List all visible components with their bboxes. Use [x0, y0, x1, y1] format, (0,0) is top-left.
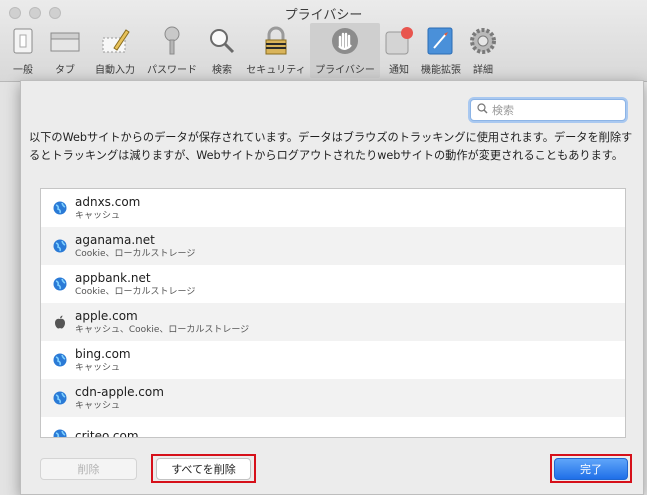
list-item[interactable]: aganama.net Cookie、ローカルストレージ: [41, 227, 625, 265]
site-name: criteo.com: [75, 428, 139, 438]
site-data-types: キャッシュ、Cookie、ローカルストレージ: [75, 324, 250, 335]
list-item[interactable]: criteo.com: [41, 417, 625, 438]
site-name: bing.com: [75, 346, 131, 361]
tab-privacy-label: プライバシー: [315, 65, 375, 76]
tab-notifications[interactable]: 通知: [380, 23, 418, 78]
site-name: cdn-apple.com: [75, 384, 164, 399]
tab-general[interactable]: 一般: [4, 23, 42, 78]
site-data-types: Cookie、ローカルストレージ: [75, 286, 196, 297]
privacy-website-data-sheet: 以下のWebサイトからのデータが保存されています。データはブラウズのトラッキング…: [20, 80, 644, 495]
autofill-icon: [99, 25, 131, 57]
website-data-description: 以下のWebサイトからのデータが保存されています。データはブラウズのトラッキング…: [29, 131, 633, 162]
tab-security[interactable]: セキュリティ: [242, 23, 310, 78]
tab-search-label: 検索: [212, 65, 232, 76]
globe-icon: [53, 429, 67, 437]
globe-icon: [53, 391, 67, 405]
tab-passwords-label: パスワード: [147, 65, 197, 76]
tab-extensions-label: 機能拡張: [421, 65, 461, 76]
list-item[interactable]: cdn-apple.com キャッシュ: [41, 379, 625, 417]
search-input[interactable]: [492, 103, 612, 117]
tab-general-label: 一般: [13, 65, 33, 76]
tabs-icon: [49, 25, 81, 57]
site-data-types: キャッシュ: [75, 210, 121, 221]
website-data-list[interactable]: adnxs.com キャッシュ aganama.net Cookie、ローカルス…: [40, 188, 626, 438]
apple-icon: [53, 315, 67, 329]
advanced-icon: [467, 25, 499, 57]
preferences-toolbar: 一般 タブ 自動入力 パスワード 検索 セキュリティ プライバシー 通知 機能拡…: [4, 23, 502, 78]
globe-icon: [53, 201, 67, 215]
tab-notifications-label: 通知: [389, 65, 409, 76]
extensions-icon: [425, 25, 457, 57]
list-item[interactable]: bing.com キャッシュ: [41, 341, 625, 379]
tab-extensions[interactable]: 機能拡張: [418, 23, 464, 78]
site-data-types: キャッシュ: [75, 400, 121, 411]
site-data-types: Cookie、ローカルストレージ: [75, 248, 196, 259]
site-data-types: キャッシュ: [75, 362, 121, 373]
security-icon: [260, 25, 292, 57]
search-icon: [206, 25, 238, 57]
notifications-icon: [383, 25, 415, 57]
general-icon: [7, 25, 39, 57]
website-search-field[interactable]: [470, 99, 626, 121]
globe-icon: [53, 353, 67, 367]
tab-advanced[interactable]: 詳細: [464, 23, 502, 78]
site-name: apple.com: [75, 308, 138, 323]
site-name: adnxs.com: [75, 194, 141, 209]
window-background: [0, 82, 20, 495]
tab-advanced-label: 詳細: [473, 65, 493, 76]
done-button[interactable]: 完了: [554, 458, 628, 480]
privacy-icon: [329, 25, 361, 57]
tab-autofill[interactable]: 自動入力: [88, 23, 142, 78]
list-item[interactable]: adnxs.com キャッシュ: [41, 189, 625, 227]
site-name: aganama.net: [75, 232, 155, 247]
site-name: appbank.net: [75, 270, 151, 285]
tab-passwords[interactable]: パスワード: [142, 23, 202, 78]
window-toolbar-area: プライバシー 一般 タブ 自動入力 パスワード 検索 セキュリティ プライバシー…: [0, 0, 647, 82]
list-item[interactable]: appbank.net Cookie、ローカルストレージ: [41, 265, 625, 303]
remove-button[interactable]: 削除: [40, 458, 137, 480]
remove-all-button[interactable]: すべてを削除: [156, 458, 251, 480]
magnifier-icon: [477, 103, 488, 117]
tab-tabs[interactable]: タブ: [42, 23, 88, 78]
tab-privacy[interactable]: プライバシー: [310, 23, 380, 78]
tab-autofill-label: 自動入力: [95, 65, 135, 76]
tab-security-label: セキュリティ: [246, 65, 306, 76]
window-title: プライバシー: [284, 8, 363, 23]
globe-icon: [53, 277, 67, 291]
tab-search[interactable]: 検索: [202, 23, 242, 78]
globe-icon: [53, 239, 67, 253]
tab-tabs-label: タブ: [55, 65, 75, 76]
list-item[interactable]: apple.com キャッシュ、Cookie、ローカルストレージ: [41, 303, 625, 341]
passwords-icon: [156, 25, 188, 57]
